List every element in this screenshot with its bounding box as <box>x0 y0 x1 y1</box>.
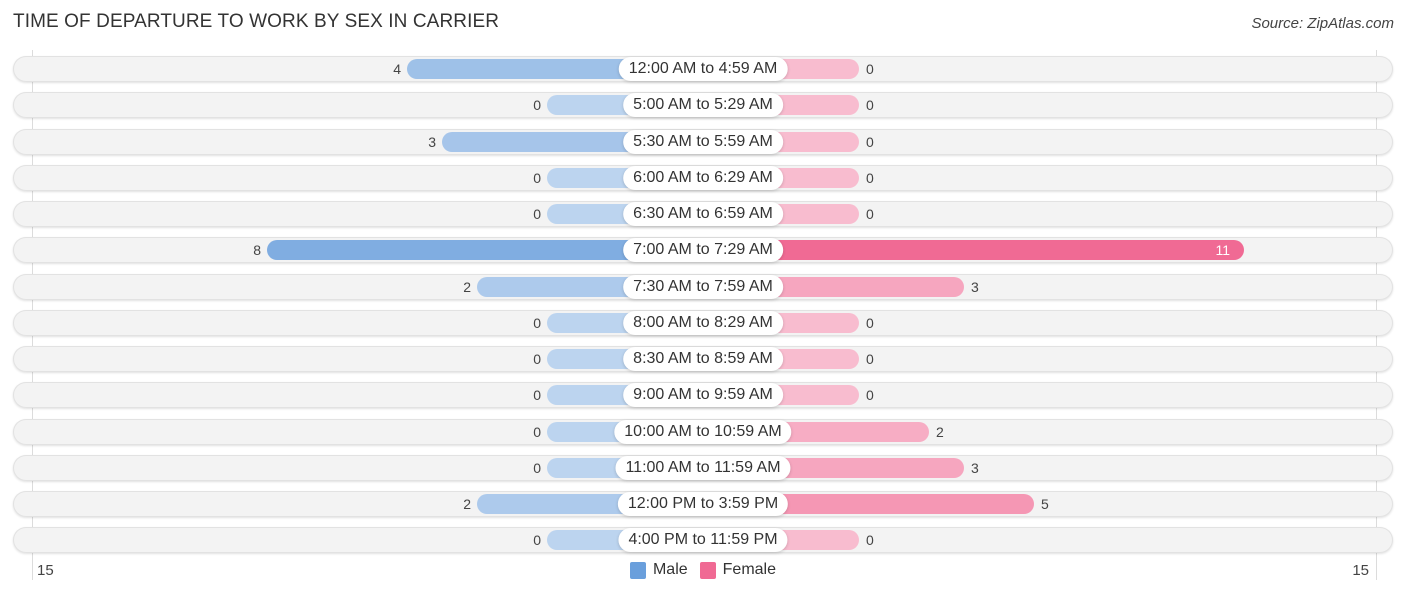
category-label: 11:00 AM to 11:59 AM <box>615 455 791 480</box>
male-value-label: 2 <box>463 278 471 295</box>
legend-swatch-female <box>699 561 716 579</box>
category-label: 10:00 AM to 10:59 AM <box>614 419 792 444</box>
female-value-label: 5 <box>1041 496 1049 512</box>
female-value-label: 0 <box>866 61 874 77</box>
male-value-label: 0 <box>533 459 541 476</box>
female-value-label: 11 <box>1215 242 1230 259</box>
female-value-label: 0 <box>866 532 874 549</box>
female-value-label: 0 <box>866 314 874 331</box>
male-value-label: 0 <box>533 314 541 331</box>
female-value-label: 0 <box>866 133 874 150</box>
female-value-label: 2 <box>936 423 944 440</box>
legend-label-female: Female <box>722 561 777 578</box>
female-value-label: 0 <box>866 351 874 367</box>
category-label: 12:00 PM to 3:59 PM <box>617 492 789 516</box>
category-label: 5:30 AM to 5:59 AM <box>623 129 783 154</box>
male-value-label: 2 <box>463 496 471 512</box>
male-value-label: 0 <box>533 97 541 114</box>
female-value-label: 0 <box>866 387 874 404</box>
chart-title: TIME OF DEPARTURE TO WORK BY SEX IN CARR… <box>13 11 500 32</box>
female-value-label: 0 <box>866 206 874 222</box>
legend-label-male: Male <box>652 561 688 578</box>
male-value-label: 0 <box>533 169 541 186</box>
female-value-label: 0 <box>866 97 874 114</box>
legend-item-male: Male <box>629 561 688 579</box>
female-value-label: 3 <box>971 459 979 476</box>
legend-swatch-male <box>629 561 646 579</box>
male-value-label: 0 <box>533 351 541 367</box>
category-label: 9:00 AM to 9:59 AM <box>623 383 783 408</box>
male-value-label: 0 <box>533 423 541 440</box>
category-label: 7:30 AM to 7:59 AM <box>623 274 783 299</box>
category-label: 12:00 AM to 4:59 AM <box>618 57 788 81</box>
female-bar <box>703 240 1244 261</box>
male-value-label: 8 <box>253 242 261 259</box>
category-label: 6:00 AM to 6:29 AM <box>623 165 783 190</box>
category-label: 4:00 PM to 11:59 PM <box>618 528 788 553</box>
male-value-label: 0 <box>533 206 541 222</box>
male-value-label: 0 <box>533 387 541 404</box>
male-value-label: 3 <box>428 133 436 150</box>
category-label: 8:30 AM to 8:59 AM <box>623 347 783 371</box>
category-label: 5:00 AM to 5:29 AM <box>623 93 783 118</box>
male-value-label: 4 <box>393 61 401 77</box>
female-value-label: 3 <box>971 278 979 295</box>
category-label: 6:30 AM to 6:59 AM <box>623 202 783 226</box>
female-value-label: 0 <box>866 169 874 186</box>
legend-item-female: Female <box>699 561 777 579</box>
source-label: Source: ZipAtlas.com <box>1251 15 1394 32</box>
male-value-label: 0 <box>533 532 541 549</box>
category-label: 8:00 AM to 8:29 AM <box>623 310 783 335</box>
legend: Male Female <box>0 561 1406 579</box>
category-label: 7:00 AM to 7:29 AM <box>623 238 783 263</box>
